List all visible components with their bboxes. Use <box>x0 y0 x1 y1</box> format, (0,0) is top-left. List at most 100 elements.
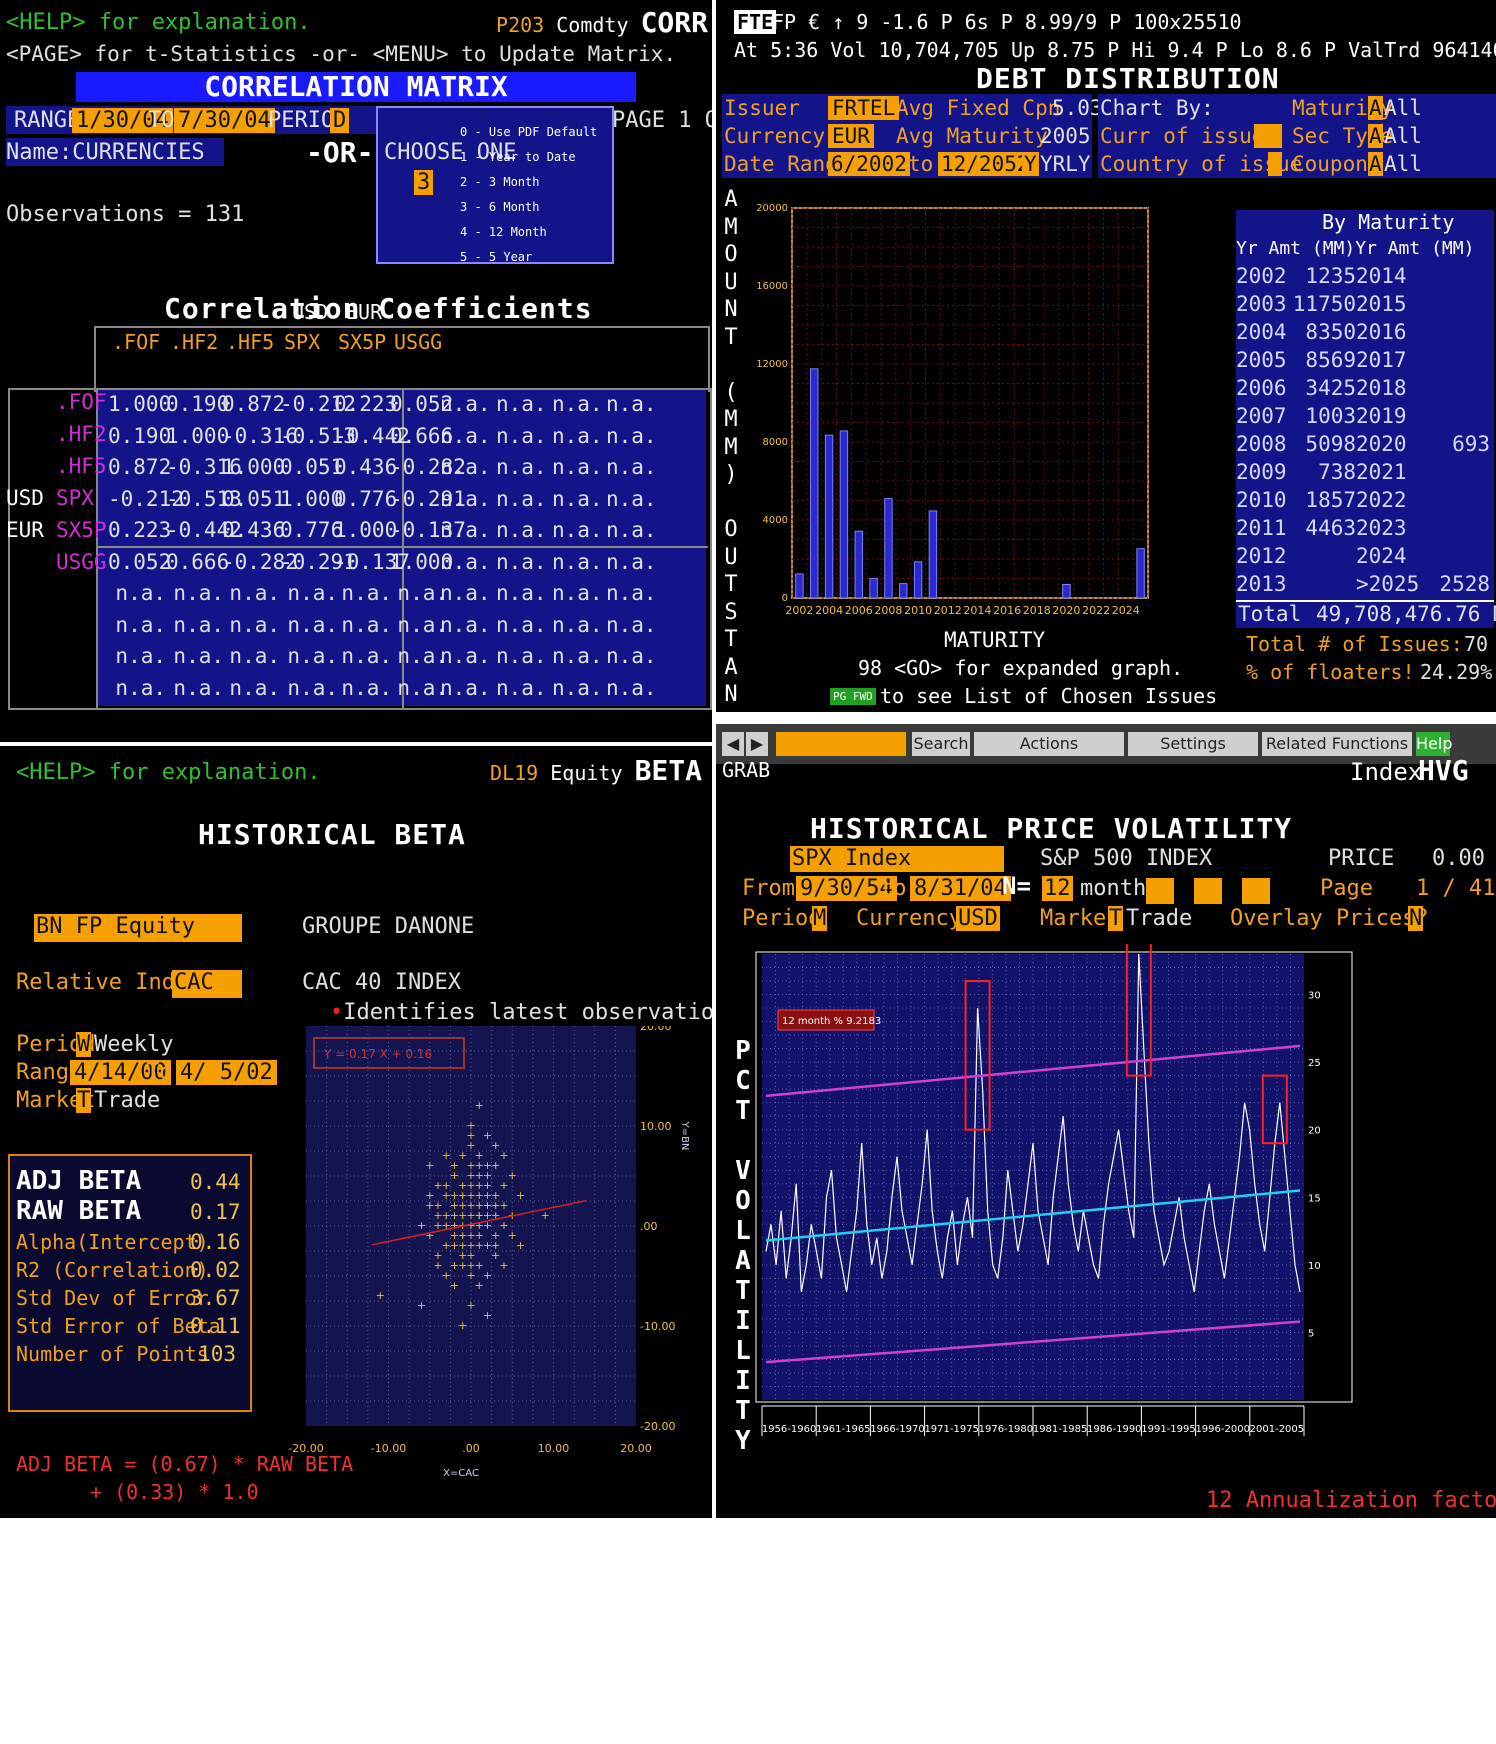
matrix-cell: n.a. <box>552 549 603 574</box>
option-field-1[interactable] <box>1146 878 1174 904</box>
scatter-point: + <box>508 1229 517 1242</box>
curr-issue-label: Curr of issue <box>1100 124 1265 148</box>
option-field-2[interactable] <box>1194 878 1222 904</box>
security-field[interactable]: BN FP Equity <box>34 914 242 942</box>
command-input[interactable] <box>776 732 906 756</box>
row-header: SPX <box>56 486 94 510</box>
period-field[interactable]: M <box>812 906 828 931</box>
stat-value: 0.02 <box>190 1258 241 1282</box>
scatter-point: + <box>483 1309 492 1322</box>
n-label: N= <box>1002 872 1031 900</box>
choose-option[interactable]: 5 - 5 Year <box>460 245 597 270</box>
pgfwd-key[interactable]: PG FWD <box>830 688 876 705</box>
x-tick-label: 1981-1985 <box>1033 1424 1088 1435</box>
column-header-top: EUR <box>346 300 383 324</box>
by-maturity-title: By Maturity <box>1322 210 1455 234</box>
period-label: Period <box>742 906 822 931</box>
relative-index-field[interactable]: CAC <box>172 970 242 998</box>
scatter-point: + <box>417 1219 426 1232</box>
matrix-cell: n.a. <box>440 581 491 605</box>
matrix-cell: n.a. <box>440 486 491 511</box>
choose-option[interactable]: 0 - Use PDF Default <box>460 120 597 145</box>
scatter-point: + <box>433 1259 442 1272</box>
matrix-cell: n.a. <box>440 423 491 448</box>
x-tick-label: 2010 <box>904 604 932 617</box>
forward-button[interactable]: ▶ <box>746 732 768 756</box>
beta-scatter-chart: 20.00 10.00 .00 -10.00 -20.00 -20.00 -10.00 .00… <box>288 1026 690 1479</box>
matrix-cell: 0.051 <box>222 486 286 511</box>
country-issue-field[interactable] <box>1268 152 1282 176</box>
option-field-3[interactable] <box>1242 878 1270 904</box>
currency-field[interactable]: EUR <box>828 124 874 148</box>
issuer-field[interactable]: FRTEL <box>828 96 900 120</box>
row-header: USGG <box>56 550 107 574</box>
help-hint: <HELP> for explanation. <box>6 10 311 35</box>
matrix-cell: n.a. <box>287 581 338 605</box>
y-axis-letter: T <box>724 572 738 597</box>
sec-type-field[interactable]: A <box>1368 124 1383 148</box>
scatter-point: + <box>499 1219 508 1232</box>
market-field[interactable]: T <box>1108 906 1124 931</box>
x-tick-label: 1986-1990 <box>1087 1424 1142 1435</box>
range-to-field[interactable]: 7/30/04 <box>174 108 275 133</box>
matrix-cell: n.a. <box>440 518 491 542</box>
column-header: .HF2 <box>170 330 219 354</box>
maturity-table-head: Yr Amt (MM)Yr Amt (MM) <box>1236 238 1475 259</box>
relative-index-name: CAC 40 INDEX <box>302 970 461 995</box>
matrix-cell: n.a. <box>440 455 491 479</box>
scatter-point: + <box>475 1229 484 1242</box>
stat-value: 3.67 <box>190 1286 241 1310</box>
n-field[interactable]: 12 <box>1042 876 1073 901</box>
search-button[interactable]: Search <box>912 732 970 756</box>
curr-issue-field[interactable] <box>1254 124 1282 148</box>
period-field[interactable]: D <box>330 108 350 133</box>
scatter-point: + <box>491 1139 500 1152</box>
table-year: >2025 <box>1356 572 1420 596</box>
matrix-cell: n.a. <box>552 675 603 700</box>
actions-menu[interactable]: Actions <box>974 732 1124 756</box>
scatter-point: + <box>475 1179 484 1192</box>
table-amount: 1857 <box>1305 488 1356 512</box>
x-tick-label: 2001-2005 <box>1250 1424 1305 1435</box>
range-to-field[interactable]: 4/ 5/02 <box>176 1060 277 1085</box>
coupon-field[interactable]: A <box>1368 152 1383 176</box>
to-field[interactable]: 8/31/04 <box>910 876 1011 901</box>
choose-option[interactable]: 2 - 3 Month <box>460 170 597 195</box>
back-button[interactable]: ◀ <box>722 732 744 756</box>
period-field[interactable]: W <box>76 1032 92 1057</box>
choose-option[interactable]: 3 - 6 Month <box>460 195 597 220</box>
choose-option[interactable]: 4 - 12 Month <box>460 220 597 245</box>
help-button[interactable]: Help <box>1416 732 1452 756</box>
matrix-cell: n.a. <box>341 675 392 700</box>
stat-label: Std Dev of Error <box>16 1286 209 1310</box>
coupon-all: All <box>1384 152 1422 176</box>
table-year: 2018 <box>1356 376 1407 400</box>
scatter-point: + <box>466 1129 475 1142</box>
date-from-field[interactable]: 6/2002 <box>828 152 910 176</box>
overlay-prices-field[interactable]: N <box>1408 906 1424 931</box>
matrix-cell: 0.223 <box>108 518 172 542</box>
x-tick-label: 1956-1960 <box>762 1424 817 1435</box>
row-prefix: USD <box>6 486 44 510</box>
security-field[interactable]: SPX Index <box>790 846 1004 872</box>
table-amount: 1003 <box>1305 404 1356 428</box>
settings-menu[interactable]: Settings <box>1128 732 1258 756</box>
choose-field[interactable]: 3 <box>414 170 434 195</box>
bar <box>810 368 819 599</box>
matrix-cell: n.a. <box>229 612 280 637</box>
matrix-cell: n.a. <box>496 644 547 668</box>
matrix-cell: n.a. <box>440 392 491 416</box>
date-to-field[interactable]: 12/2052 <box>938 152 1033 176</box>
y-axis-letter: N <box>724 682 738 707</box>
market-field[interactable]: T <box>76 1088 92 1113</box>
related-functions-menu[interactable]: Related Functions <box>1262 732 1412 756</box>
maturity-filter-field[interactable]: A <box>1368 96 1383 120</box>
yrly-field[interactable]: Y <box>1022 152 1039 176</box>
column-header-top: USD <box>292 300 329 324</box>
choose-option[interactable]: 1 - Year to Date <box>460 145 597 170</box>
y-axis-letter: A <box>724 187 738 212</box>
matrix-cell: 0.190 <box>166 392 230 416</box>
x-tick-label: 2008 <box>874 604 902 617</box>
currency-field[interactable]: USD <box>956 906 1000 931</box>
matrix-cell: 0.436 <box>222 518 286 542</box>
